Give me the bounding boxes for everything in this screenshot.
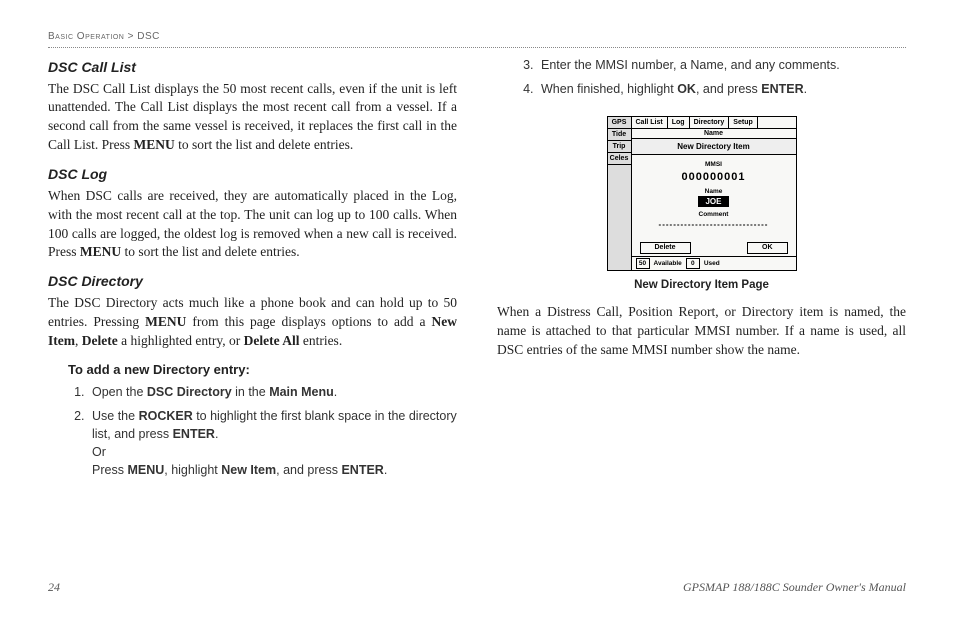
step-3: Enter the MMSI number, a Name, and any c… (537, 56, 906, 74)
status-avail-count: 50 (636, 258, 650, 269)
heading-call-list: DSC Call List (48, 58, 457, 78)
figure-caption: New Directory Item Page (497, 277, 906, 293)
breadcrumb-section: Basic Operation (48, 31, 124, 42)
top-tab: Log (668, 117, 690, 128)
lcd-screenshot: GPS Tide Trip Celes Call List Log Direct… (607, 116, 797, 271)
field-value-mmsi: 000000001 (636, 170, 792, 185)
side-tab: Celes (608, 153, 631, 165)
field-label-mmsi: MMSI (636, 160, 792, 169)
field-value-name: JOE (698, 196, 728, 207)
lcd-body: MMSI 000000001 Name JOE Comment --------… (632, 155, 796, 242)
lcd-status-bar: 50 Available 0 Used (632, 256, 796, 270)
steps-list-right: Enter the MMSI number, a Name, and any c… (537, 56, 906, 98)
steps-list-left: Open the DSC Directory in the Main Menu.… (88, 383, 457, 480)
field-label-comment: Comment (636, 210, 792, 219)
left-column: DSC Call List The DSC Call List displays… (48, 56, 457, 485)
step-1: Open the DSC Directory in the Main Menu. (88, 383, 457, 401)
side-tab: Tide (608, 129, 631, 141)
lcd-top-tabs: Call List Log Directory Setup (632, 117, 796, 129)
heading-directory: DSC Directory (48, 272, 457, 292)
step-2: Use the ROCKER to highlight the first bl… (88, 407, 457, 480)
figure-new-directory: GPS Tide Trip Celes Call List Log Direct… (497, 116, 906, 293)
heading-log: DSC Log (48, 165, 457, 185)
top-tab: Directory (690, 117, 730, 128)
lcd-ok-button: OK (747, 242, 788, 254)
para-directory: The DSC Directory acts much like a phone… (48, 294, 457, 351)
breadcrumb: Basic Operation > DSC (48, 30, 906, 48)
lcd-side-tabs: GPS Tide Trip Celes (608, 117, 632, 270)
field-value-comment: ------------------------------ (636, 219, 792, 230)
manual-title: GPSMAP 188/188C Sounder Owner's Manual (683, 579, 906, 596)
step-4: When finished, highlight OK, and press E… (537, 80, 906, 98)
side-tab: Trip (608, 141, 631, 153)
para-naming: When a Distress Call, Position Report, o… (497, 303, 906, 360)
status-used-label: Used (704, 259, 720, 268)
breadcrumb-page: DSC (137, 31, 160, 42)
lcd-delete-button: Delete (640, 242, 691, 254)
breadcrumb-sep: > (128, 31, 134, 42)
top-tab: Call List (632, 117, 668, 128)
right-column: Enter the MMSI number, a Name, and any c… (497, 56, 906, 485)
status-used-count: 0 (686, 258, 700, 269)
para-call-list: The DSC Call List displays the 50 most r… (48, 80, 457, 156)
page-number: 24 (48, 579, 60, 596)
para-log: When DSC calls are received, they are au… (48, 187, 457, 263)
subheading-add-entry: To add a new Directory entry: (68, 361, 457, 379)
lcd-title: New Directory Item (632, 139, 796, 155)
lcd-button-row: Delete OK (632, 242, 796, 256)
page-footer: 24 GPSMAP 188/188C Sounder Owner's Manua… (48, 579, 906, 596)
side-tab: GPS (608, 117, 631, 129)
field-label-name: Name (636, 187, 792, 196)
status-avail-label: Available (654, 259, 682, 268)
lcd-subtab: Name (632, 129, 796, 139)
top-tab: Setup (729, 117, 757, 128)
